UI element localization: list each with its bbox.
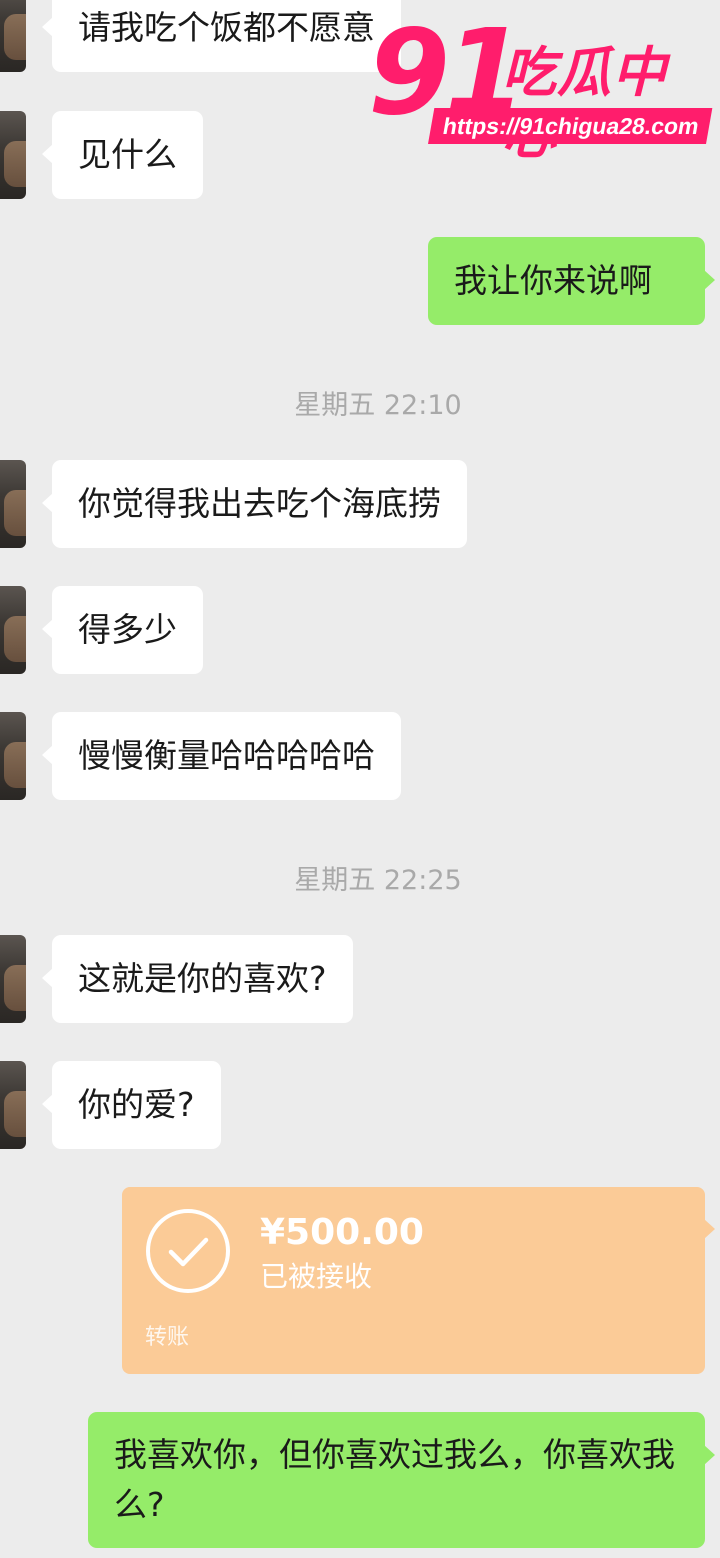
contact-avatar[interactable] [0, 111, 26, 199]
transfer-status: 已被接收 [260, 1260, 373, 1293]
incoming-message-bubble[interactable]: 你觉得我出去吃个海底捞 [42, 460, 467, 548]
contact-avatar[interactable] [0, 0, 26, 72]
watermark-brand: 吃瓜中心 [502, 41, 667, 166]
incoming-message-bubble[interactable]: 得多少 [42, 586, 203, 674]
checkmark-circle-icon [146, 1209, 230, 1293]
incoming-message-bubble[interactable]: 这就是你的喜欢? [42, 935, 353, 1023]
outgoing-message-bubble[interactable]: 我让你来说啊 [428, 237, 715, 325]
contact-avatar[interactable] [0, 712, 26, 800]
site-watermark: 91 吃瓜中心 https://91chigua28.com [368, 3, 713, 166]
transfer-amount: ¥500.00 [260, 1212, 424, 1253]
message-timestamp: 星期五 22:10 [294, 390, 462, 421]
money-transfer-card[interactable]: ¥500.00 已被接收 转账 [122, 1187, 715, 1374]
outgoing-message-bubble[interactable]: 我喜欢你，但你喜欢过我么，你喜欢我么? [88, 1412, 715, 1548]
incoming-message-bubble[interactable]: 慢慢衡量哈哈哈哈哈 [42, 712, 401, 800]
watermark-url: https://91chigua28.com [428, 108, 712, 144]
contact-avatar[interactable] [0, 586, 26, 674]
incoming-message-bubble[interactable]: 请我吃个饭都不愿意 [42, 0, 401, 72]
incoming-message-bubble[interactable]: 你的爱? [42, 1061, 221, 1149]
contact-avatar[interactable] [0, 935, 26, 1023]
contact-avatar[interactable] [0, 460, 26, 548]
transfer-label: 转账 [145, 1325, 190, 1350]
incoming-message-bubble[interactable]: 见什么 [42, 111, 203, 199]
contact-avatar[interactable] [0, 1061, 26, 1149]
message-timestamp: 星期五 22:25 [294, 865, 462, 896]
